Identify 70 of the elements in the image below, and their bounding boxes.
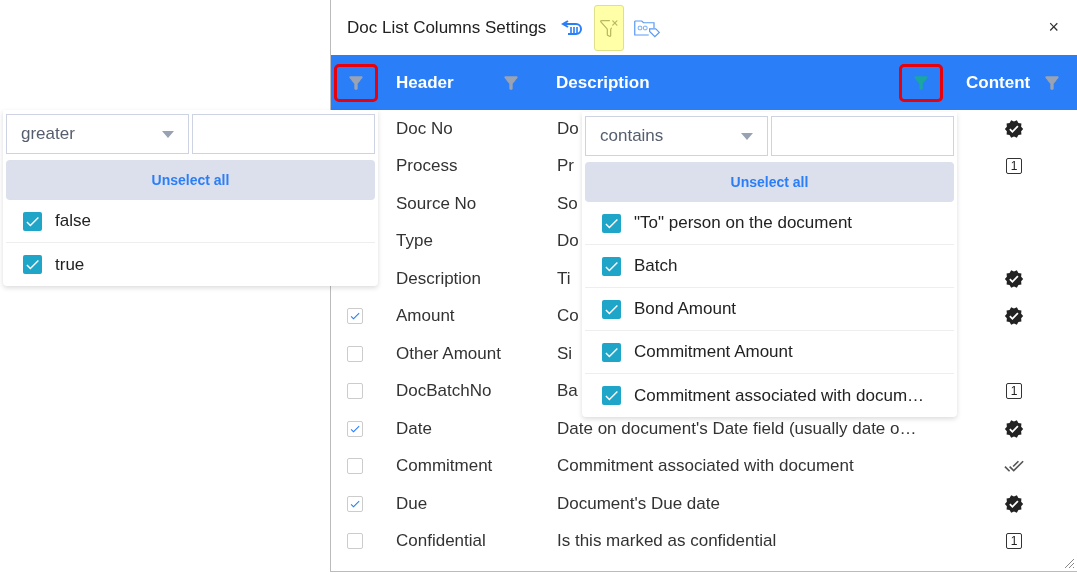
column-header: Description <box>556 72 650 93</box>
table-cell: Description <box>396 268 482 289</box>
option-label: false <box>55 211 91 231</box>
number-badge: 1 <box>1006 383 1022 400</box>
clear-filter-button[interactable] <box>594 4 625 51</box>
table-cell: Commitment associated with document <box>557 456 854 477</box>
operator-select[interactable]: greater <box>6 114 189 154</box>
dialog-title: Doc List Columns Settings <box>347 17 547 38</box>
table-cell: Co <box>557 306 579 327</box>
verified-badge-icon <box>1004 493 1024 514</box>
table-cell: Commitment <box>396 456 493 477</box>
table-cell: So <box>557 193 578 214</box>
checkbox[interactable] <box>602 299 621 319</box>
table-cell: Do <box>557 118 579 139</box>
number-badge: 1 <box>1006 158 1022 175</box>
table-cell: Do <box>557 231 579 252</box>
checkbox[interactable] <box>602 386 621 405</box>
option-label: Batch <box>634 256 678 276</box>
filter-button[interactable] <box>334 63 378 102</box>
checkbox[interactable] <box>602 256 621 276</box>
clear-filter-icon <box>599 17 620 38</box>
table-cell: Process <box>396 156 458 177</box>
option-label: Commitment Amount <box>634 342 793 362</box>
table-cell: Pr <box>557 156 574 177</box>
checkbox[interactable] <box>23 211 42 231</box>
checkbox[interactable] <box>602 342 621 362</box>
checkbox[interactable] <box>347 458 363 475</box>
table-cell: Other Amount <box>396 343 501 364</box>
verified-badge-icon <box>1004 268 1024 289</box>
table-cell: Doc No <box>396 118 453 139</box>
option-label: Bond Amount <box>634 299 737 319</box>
table-cell: Source No <box>396 193 477 214</box>
resize-grip-icon[interactable] <box>1063 557 1075 569</box>
table-cell: Amount <box>396 306 455 327</box>
table-cell: DocBatchNo <box>396 381 492 402</box>
verified-badge-icon <box>1004 306 1024 327</box>
checkbox[interactable] <box>347 495 363 512</box>
checkbox[interactable] <box>347 383 363 400</box>
checkbox[interactable] <box>602 213 621 233</box>
verified-badge-icon <box>1004 418 1024 439</box>
number-badge: 1 <box>1006 533 1022 550</box>
table-cell: Document's Due date <box>557 493 720 514</box>
table-cell: Ba <box>557 381 578 402</box>
checkbox[interactable] <box>347 308 363 325</box>
checkbox[interactable] <box>347 345 363 362</box>
table-cell: Si <box>557 343 573 364</box>
reset-icon <box>559 17 584 38</box>
option-label: "To" person on the document <box>634 213 853 233</box>
table-cell: Confidential <box>396 531 486 552</box>
verified-badge-icon <box>1004 118 1024 139</box>
table-cell: Is this marked as confidential <box>557 531 777 552</box>
checkbox[interactable] <box>23 255 42 274</box>
close-button[interactable]: × <box>1044 17 1063 38</box>
operator-select[interactable]: contains <box>585 116 768 156</box>
table-cell: Date on document's Date field (usually date o… <box>557 418 917 439</box>
column-header: Content <box>966 72 1031 93</box>
table-cell: Type <box>396 231 433 252</box>
caret-icon <box>741 132 753 140</box>
checkbox[interactable] <box>347 533 363 550</box>
table-cell: Ti <box>557 268 571 289</box>
caret-icon <box>162 130 174 138</box>
table-cell: Date <box>396 418 432 439</box>
option-label: Commitment associated with docum… <box>634 385 925 406</box>
filter-value-field[interactable] <box>192 114 375 154</box>
table-cell: Due <box>396 493 428 514</box>
filter-value-field[interactable] <box>771 116 954 156</box>
filter-button[interactable] <box>899 63 943 102</box>
checkbox[interactable] <box>347 420 363 437</box>
option-label: true <box>55 254 85 275</box>
column-header: Header <box>396 72 454 93</box>
